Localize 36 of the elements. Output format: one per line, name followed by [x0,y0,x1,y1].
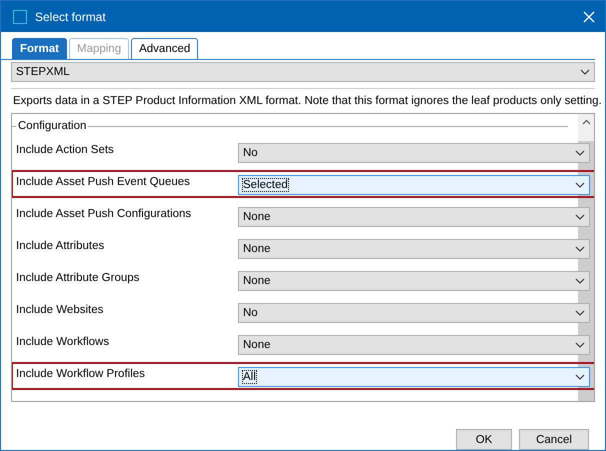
group-title: Configuration [18,120,86,132]
option-label: Include Attribute Groups [16,271,140,284]
dialog-button[interactable]: Cancel [519,429,589,450]
option-dropdown[interactable]: None [238,335,590,355]
dialog-button[interactable]: OK [456,429,512,450]
scroll-up-icon[interactable] [582,119,590,125]
chevron-down-icon [575,342,585,348]
chevron-down-icon [575,278,585,284]
chevron-down-icon [575,374,585,380]
option-dropdown[interactable]: Selected [238,175,590,195]
description-text: Exports data in a STEP Product Information XML format. Note that this format ignores the leaf products only setting. [13,94,602,108]
chevron-down-icon [580,69,590,75]
option-label: Include Workflows [16,335,110,348]
chevron-down-icon [575,214,585,220]
format-dropdown[interactable]: STEPXML [11,62,595,82]
chevron-down-icon [575,182,585,188]
chevron-down-icon [575,310,585,316]
option-dropdown[interactable]: No [238,143,590,163]
tab[interactable]: Advanced [131,38,198,59]
option-label: Include Attributes [16,239,106,252]
option-label: Include Websites [16,303,104,316]
option-dropdown[interactable]: None [238,239,590,259]
window-icon [13,10,27,24]
option-dropdown[interactable]: None [238,271,590,291]
chevron-down-icon [575,150,585,156]
option-dropdown[interactable]: All [238,367,590,387]
option-dropdown[interactable]: None [238,207,590,227]
option-label: Include Asset Push Event Queues [16,175,191,188]
window-title: Select format [35,10,107,24]
option-label: Include Workflow Profiles [16,367,146,380]
tab[interactable]: Format [12,38,67,59]
option-label: Include Action Sets [16,143,115,156]
chevron-down-icon [575,246,585,252]
option-label: Include Asset Push Configurations [16,207,192,220]
close-icon[interactable] [583,10,595,22]
option-dropdown[interactable]: No [238,303,590,323]
